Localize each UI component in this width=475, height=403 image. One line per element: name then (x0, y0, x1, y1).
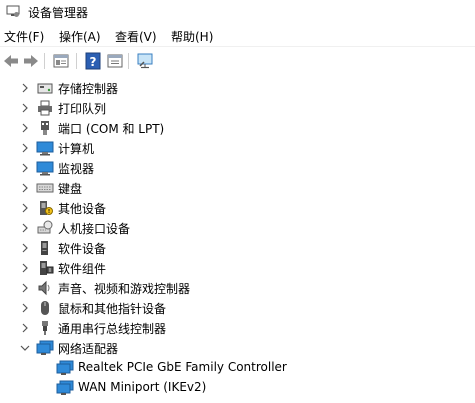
toolbar-separator (128, 53, 129, 69)
tree-item-label: 键盘 (58, 182, 83, 196)
chevron-right-icon[interactable] (19, 142, 31, 154)
window-title: 设备管理器 (28, 6, 89, 20)
hid-icon (37, 220, 53, 234)
svg-text:?: ? (90, 55, 97, 69)
chevron-right-icon[interactable] (19, 282, 31, 294)
chevron-right-icon[interactable] (19, 322, 31, 334)
software-component-icon (40, 261, 54, 275)
tree-item-label: 通用串行总线控制器 (58, 322, 167, 336)
forward-arrow-icon[interactable] (22, 52, 40, 70)
software-device-icon (41, 241, 48, 255)
tree-item-label: WAN Miniport (IKEv2) (78, 380, 207, 394)
tree-item-storage-controllers[interactable]: 存储控制器 (0, 78, 475, 98)
other-devices-icon: ! (40, 201, 53, 215)
toolbar-separator (44, 53, 45, 69)
device-manager-app-icon (6, 5, 20, 17)
port-icon (41, 121, 49, 135)
properties-icon[interactable] (52, 52, 70, 70)
tree-item-software-components[interactable]: 软件组件 (0, 258, 475, 278)
chevron-right-icon[interactable] (19, 122, 31, 134)
tree-item-label: 计算机 (58, 142, 95, 156)
tree-item-network-adapter-wan-miniport-ikev2[interactable]: WAN Miniport (IKEv2) (0, 378, 475, 398)
tree-item-label: 声音、视频和游戏控制器 (58, 282, 191, 296)
tree-item-network-adapters[interactable]: 网络适配器 (0, 338, 475, 358)
tree-item-network-adapter-realtek[interactable]: Realtek PCIe GbE Family Controller (0, 358, 475, 378)
tree-item-monitors[interactable]: 监视器 (0, 158, 475, 178)
tree-item-label: 端口 (COM 和 LPT) (58, 122, 165, 136)
tree-item-label: 软件组件 (58, 262, 107, 276)
tree-item-mice-pointing-devices[interactable]: 鼠标和其他指针设备 (0, 298, 475, 318)
chevron-right-icon[interactable] (19, 162, 31, 174)
help-icon[interactable]: ? (84, 52, 102, 70)
chevron-right-icon[interactable] (19, 262, 31, 274)
tree-item-ports[interactable]: 端口 (COM 和 LPT) (0, 118, 475, 138)
monitor-icon (36, 161, 54, 176)
network-adapter-icon (56, 380, 74, 395)
keyboard-icon (36, 183, 54, 193)
tree-item-label: Realtek PCIe GbE Family Controller (78, 360, 287, 374)
title-bar: 设备管理器 (0, 0, 475, 24)
tree-item-human-interface-devices[interactable]: 人机接口设备 (0, 218, 475, 238)
tree-item-label: 网络适配器 (58, 342, 119, 356)
chevron-right-icon[interactable] (19, 82, 31, 94)
printer-icon (38, 100, 52, 116)
usb-icon (42, 321, 48, 335)
menu-action[interactable]: 操作(A) (59, 27, 101, 46)
mouse-icon (41, 301, 49, 315)
update-driver-icon[interactable] (106, 52, 124, 70)
monitor-scan-icon[interactable] (136, 52, 154, 70)
network-adapter-icon (56, 360, 74, 375)
speaker-icon (38, 280, 50, 296)
chevron-right-icon[interactable] (19, 222, 31, 234)
tree-item-label: 存储控制器 (58, 82, 119, 96)
menu-view[interactable]: 查看(V) (115, 27, 157, 46)
network-adapter-icon (36, 340, 54, 355)
chevron-down-icon[interactable] (19, 342, 31, 354)
menu-file[interactable]: 文件(F) (4, 27, 44, 46)
tree-item-label: 鼠标和其他指针设备 (58, 302, 167, 316)
toolbar: ? (0, 46, 475, 75)
tree-item-print-queues[interactable]: 打印队列 (0, 98, 475, 118)
tree-item-label: 打印队列 (58, 102, 107, 116)
menu-bar: 文件(F) 操作(A) 查看(V) 帮助(H) (0, 24, 475, 46)
back-arrow-icon[interactable] (2, 52, 20, 70)
chevron-right-icon[interactable] (19, 182, 31, 194)
tree-item-keyboards[interactable]: 键盘 (0, 178, 475, 198)
menu-help[interactable]: 帮助(H) (171, 27, 213, 46)
chevron-right-icon[interactable] (19, 102, 31, 114)
tree-item-label: 软件设备 (58, 242, 107, 256)
device-tree[interactable]: 存储控制器 打印队列 端口 (COM 和 LPT) 计算机 监视器 键盘 ! 其… (0, 76, 475, 403)
tree-item-label: 人机接口设备 (58, 222, 131, 236)
tree-item-label: 其他设备 (58, 202, 107, 216)
chevron-right-icon[interactable] (19, 242, 31, 254)
tree-item-software-devices[interactable]: 软件设备 (0, 238, 475, 258)
tree-item-computer[interactable]: 计算机 (0, 138, 475, 158)
tree-item-other-devices[interactable]: ! 其他设备 (0, 198, 475, 218)
tree-item-sound-video-game-controllers[interactable]: 声音、视频和游戏控制器 (0, 278, 475, 298)
chevron-right-icon[interactable] (19, 202, 31, 214)
toolbar-separator (76, 53, 77, 69)
computer-icon (36, 141, 54, 156)
tree-item-usb-controllers[interactable]: 通用串行总线控制器 (0, 318, 475, 338)
svg-text:!: ! (48, 209, 50, 215)
tree-item-label: 监视器 (58, 162, 95, 176)
storage-controller-icon (37, 83, 53, 94)
chevron-right-icon[interactable] (19, 302, 31, 314)
